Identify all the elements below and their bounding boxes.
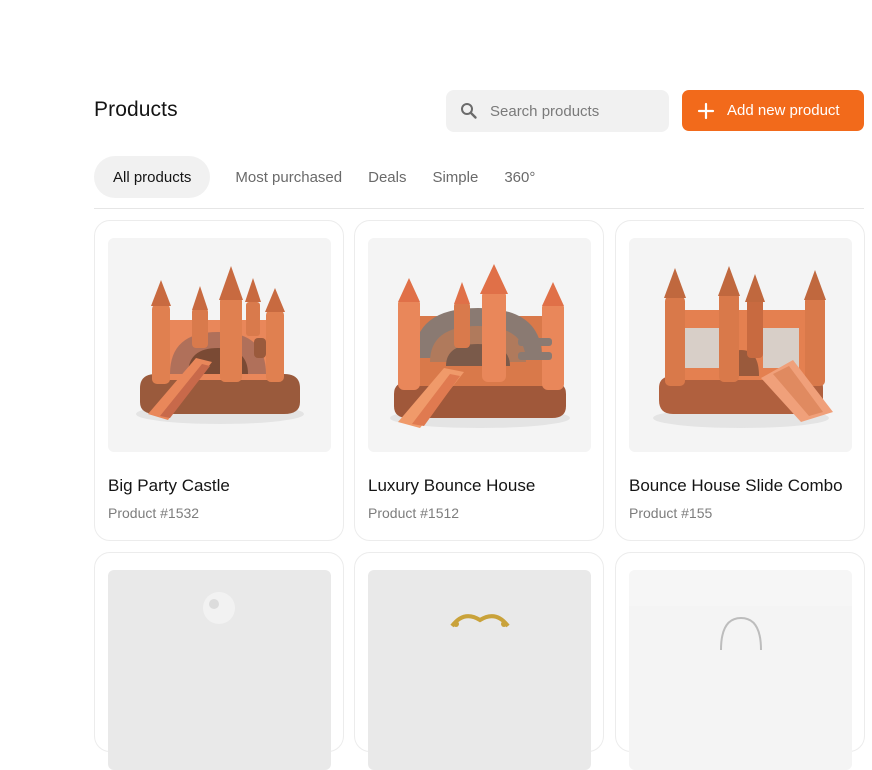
product-image xyxy=(629,238,852,452)
product-image xyxy=(108,570,331,770)
tab-all-products[interactable]: All products xyxy=(94,156,211,198)
product-tabs: All products Most purchased Deals Simple… xyxy=(94,156,561,198)
product-image xyxy=(629,570,852,770)
product-id: Product #1512 xyxy=(368,505,460,521)
product-image xyxy=(368,238,591,452)
search-icon xyxy=(461,103,477,119)
product-card[interactable]: Bounce House Slide Combo Product #155 xyxy=(615,220,865,541)
tab-simple[interactable]: Simple xyxy=(432,156,478,198)
product-card[interactable] xyxy=(94,552,344,770)
product-id: Product #155 xyxy=(629,505,713,521)
add-new-product-label: Add new product xyxy=(727,102,840,119)
product-name: Luxury Bounce House xyxy=(368,476,536,495)
product-id: Product #1532 xyxy=(108,505,200,521)
search-input[interactable] xyxy=(490,102,650,120)
product-card[interactable]: Big Party Castle Product #1532 xyxy=(94,220,344,541)
page-title: Products xyxy=(94,98,178,121)
product-card[interactable] xyxy=(354,552,604,770)
product-image xyxy=(368,570,591,770)
product-name: Bounce House Slide Combo xyxy=(629,476,843,495)
search-box[interactable] xyxy=(446,90,669,132)
product-card[interactable] xyxy=(615,552,865,770)
product-card[interactable]: Luxury Bounce House Product #1512 xyxy=(354,220,604,541)
product-name: Big Party Castle xyxy=(108,476,230,495)
plus-icon xyxy=(697,102,715,120)
tab-most-purchased[interactable]: Most purchased xyxy=(235,156,342,198)
tab-360[interactable]: 360° xyxy=(504,156,535,198)
product-image xyxy=(108,238,331,452)
tabs-divider xyxy=(94,208,864,209)
tab-deals[interactable]: Deals xyxy=(368,156,406,198)
add-new-product-button[interactable]: Add new product xyxy=(682,90,864,131)
